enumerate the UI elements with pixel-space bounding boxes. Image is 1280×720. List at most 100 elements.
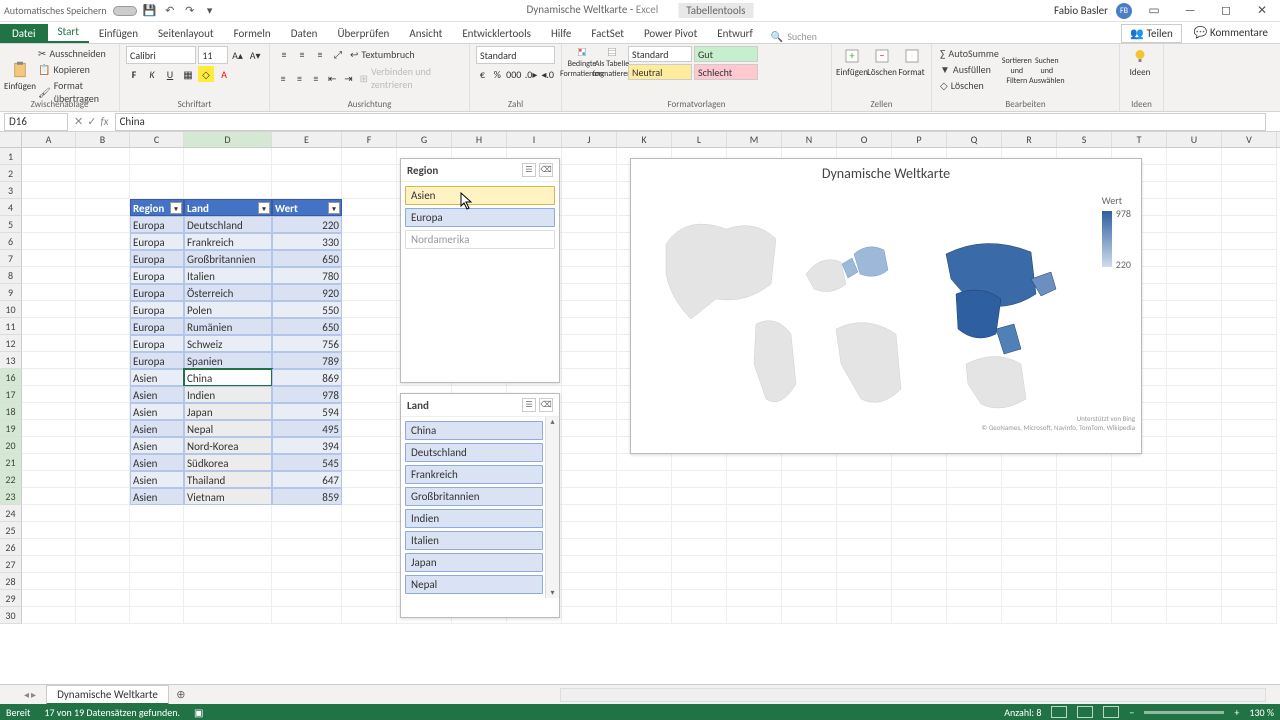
cell[interactable] <box>562 369 617 386</box>
cell[interactable] <box>22 369 76 386</box>
cell[interactable] <box>1112 522 1167 539</box>
cell[interactable] <box>782 607 837 624</box>
row-header[interactable]: 17 <box>0 386 22 403</box>
col-header-N[interactable]: N <box>782 132 837 147</box>
cell[interactable] <box>130 505 184 522</box>
row-header[interactable]: 4 <box>0 199 22 216</box>
cell[interactable]: 650 <box>272 250 342 267</box>
cell[interactable]: 330 <box>272 233 342 250</box>
comments-button[interactable]: 💬 Kommentare <box>1186 24 1276 43</box>
cell[interactable] <box>1167 488 1222 505</box>
cell[interactable]: Südkorea <box>184 454 272 471</box>
col-header-H[interactable]: H <box>452 132 507 147</box>
row-header[interactable]: 7 <box>0 250 22 267</box>
cell[interactable] <box>76 267 130 284</box>
indent-inc-button[interactable]: ⇥ <box>341 70 355 86</box>
cut-button[interactable]: ✂ Ausschneiden <box>36 46 113 61</box>
cell[interactable] <box>672 471 727 488</box>
row-header[interactable]: 10 <box>0 301 22 318</box>
cell[interactable] <box>727 488 782 505</box>
cell[interactable] <box>782 590 837 607</box>
border-button[interactable]: ▦ <box>180 66 196 82</box>
cell[interactable] <box>562 471 617 488</box>
cell[interactable]: Europa <box>130 352 184 369</box>
slicer-item-deutschland[interactable]: Deutschland <box>405 443 543 462</box>
cell[interactable] <box>1002 607 1057 624</box>
col-header-P[interactable]: P <box>892 132 947 147</box>
cell[interactable] <box>130 182 184 199</box>
cell[interactable] <box>1222 607 1277 624</box>
tab-file[interactable]: Datei <box>0 24 48 43</box>
cell[interactable] <box>342 454 397 471</box>
cell[interactable] <box>342 352 397 369</box>
cell[interactable] <box>130 607 184 624</box>
cell[interactable] <box>1002 522 1057 539</box>
cell[interactable] <box>1057 454 1112 471</box>
cell[interactable] <box>272 165 342 182</box>
cell[interactable]: 780 <box>272 267 342 284</box>
col-header-R[interactable]: R <box>1002 132 1057 147</box>
cell[interactable] <box>1112 590 1167 607</box>
cell[interactable] <box>272 590 342 607</box>
cell[interactable] <box>1057 488 1112 505</box>
cell[interactable] <box>76 369 130 386</box>
cell[interactable] <box>1112 607 1167 624</box>
cell[interactable] <box>130 590 184 607</box>
cell[interactable] <box>562 556 617 573</box>
font-color-button[interactable]: A <box>216 66 232 82</box>
cell[interactable] <box>22 318 76 335</box>
cell[interactable] <box>947 539 1002 556</box>
tab-seitenlayout[interactable]: Seitenlayout <box>148 24 224 43</box>
font-size-select[interactable]: 11 <box>198 46 227 64</box>
row-header[interactable]: 24 <box>0 505 22 522</box>
cell[interactable] <box>184 539 272 556</box>
cell[interactable] <box>1057 471 1112 488</box>
cell[interactable] <box>22 267 76 284</box>
ribbon-options-icon[interactable]: ▭ <box>1140 3 1168 18</box>
cell[interactable] <box>342 488 397 505</box>
row-header[interactable]: 20 <box>0 437 22 454</box>
row-header[interactable]: 5 <box>0 216 22 233</box>
cell[interactable] <box>1167 216 1222 233</box>
cell[interactable]: 550 <box>272 301 342 318</box>
cell[interactable]: Europa <box>130 284 184 301</box>
cell[interactable] <box>562 216 617 233</box>
format-as-table-button[interactable]: Als Tabelle formatieren <box>598 47 626 79</box>
cell[interactable] <box>1222 403 1277 420</box>
slicer-land[interactable]: Land ☰ ⌫ China Deutschland Frankreich Gr… <box>400 393 560 618</box>
cell[interactable] <box>184 590 272 607</box>
cell[interactable] <box>272 573 342 590</box>
tab-ansicht[interactable]: Ansicht <box>399 24 452 43</box>
align-middle-button[interactable]: ≡ <box>294 46 310 62</box>
cell[interactable] <box>342 335 397 352</box>
cell[interactable]: Schweiz <box>184 335 272 352</box>
row-header[interactable]: 9 <box>0 284 22 301</box>
cell[interactable]: 978 <box>272 386 342 403</box>
cell[interactable] <box>617 556 672 573</box>
cell[interactable] <box>76 590 130 607</box>
cell[interactable] <box>672 590 727 607</box>
col-header-C[interactable]: C <box>130 132 184 147</box>
cell[interactable] <box>130 573 184 590</box>
row-header[interactable]: 12 <box>0 335 22 352</box>
cell[interactable] <box>22 437 76 454</box>
col-header-J[interactable]: J <box>562 132 617 147</box>
cell[interactable] <box>76 284 130 301</box>
cell[interactable] <box>1167 165 1222 182</box>
tab-factset[interactable]: FactSet <box>581 24 634 43</box>
cell[interactable]: 220 <box>272 216 342 233</box>
slicer-item-grossbritannien[interactable]: Großbritannien <box>405 487 543 506</box>
cell[interactable] <box>22 301 76 318</box>
cell[interactable] <box>617 471 672 488</box>
grow-font-button[interactable]: A▴ <box>230 47 246 63</box>
cell[interactable] <box>837 454 892 471</box>
cell[interactable] <box>562 488 617 505</box>
cell[interactable] <box>947 607 1002 624</box>
cell[interactable] <box>22 522 76 539</box>
underline-button[interactable]: U <box>162 66 178 82</box>
filter-dropdown-icon[interactable]: ▾ <box>170 202 182 214</box>
cell[interactable] <box>342 199 397 216</box>
cell[interactable]: Land▾ <box>184 199 272 216</box>
cell[interactable] <box>130 165 184 182</box>
cell[interactable] <box>1222 233 1277 250</box>
